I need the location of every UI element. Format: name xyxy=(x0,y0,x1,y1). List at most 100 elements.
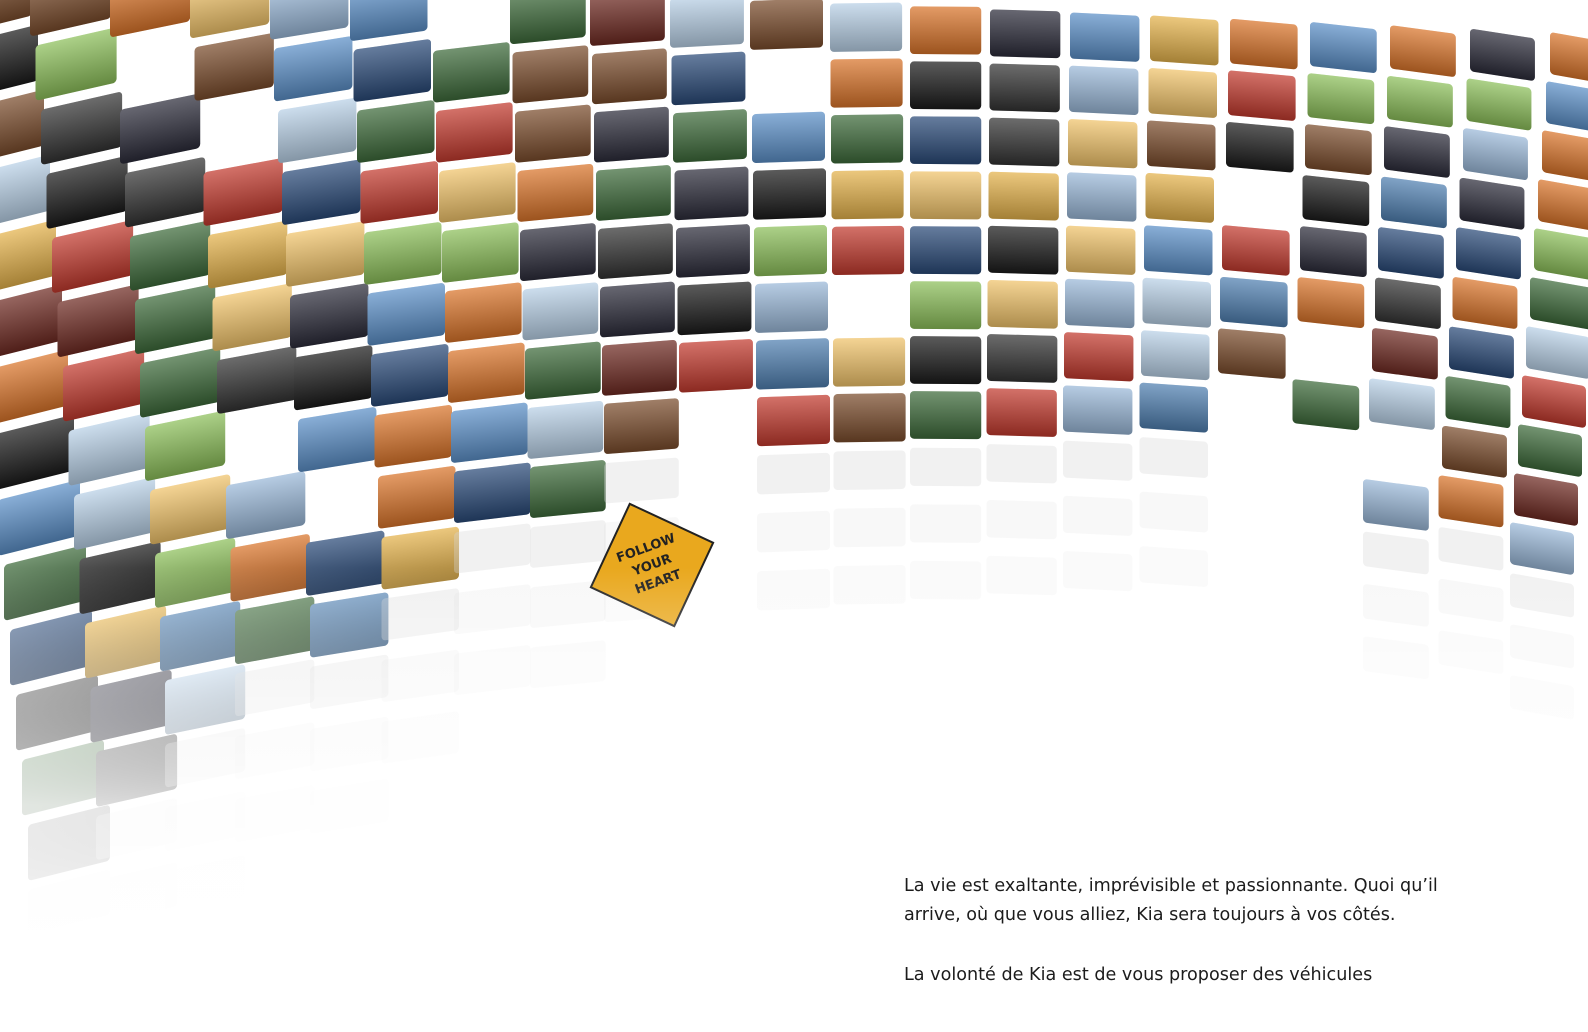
photo-tile xyxy=(910,336,982,385)
photo-tile xyxy=(350,0,428,41)
photo-tile xyxy=(590,0,665,46)
photo-tile xyxy=(830,58,903,108)
photo-tile xyxy=(1310,22,1377,73)
photo-tile xyxy=(520,223,596,282)
photo-tile xyxy=(120,94,201,164)
photo-tile xyxy=(290,283,369,349)
intro-paragraph-1: La vie est exaltante, imprévisible et pa… xyxy=(904,876,1438,925)
photo-tile xyxy=(35,27,117,101)
photo-tile xyxy=(190,0,270,38)
photo-tile xyxy=(1300,226,1367,278)
photo-tile xyxy=(74,477,156,550)
photo-tile xyxy=(381,526,459,590)
tile-reflection xyxy=(1363,531,1429,575)
photo-tile xyxy=(910,61,982,110)
photo-tile xyxy=(433,42,510,103)
photo-tile xyxy=(510,0,586,45)
photo-tile xyxy=(110,0,191,37)
photo-tile xyxy=(910,116,982,165)
photo-tile xyxy=(371,344,449,407)
tile-reflection xyxy=(454,584,531,635)
photo-tile xyxy=(1378,227,1444,279)
photo-tile xyxy=(439,162,516,223)
photo-tile xyxy=(1070,12,1140,62)
tile-reflection xyxy=(910,504,982,543)
photo-tile xyxy=(278,98,357,163)
photo-tile xyxy=(165,664,246,735)
photo-tile xyxy=(378,466,456,529)
tile-reflection xyxy=(757,568,830,611)
photo-tile xyxy=(831,114,904,164)
photo-tile xyxy=(831,170,904,220)
tile-reflection xyxy=(530,640,606,689)
photo-tile xyxy=(1542,130,1588,183)
photo-tile xyxy=(96,734,178,807)
photo-tile xyxy=(1518,424,1582,477)
photo-tile xyxy=(989,63,1060,113)
tile-reflection xyxy=(986,555,1057,596)
photo-tile xyxy=(1065,278,1135,329)
photo-tile xyxy=(676,224,750,278)
photo-tile xyxy=(527,400,604,459)
photo-tile xyxy=(602,340,677,396)
photo-tile xyxy=(150,474,231,545)
photo-tile xyxy=(753,168,826,220)
photo-tile xyxy=(30,0,112,36)
tile-reflection xyxy=(1139,437,1208,478)
photo-tile xyxy=(604,398,679,454)
photo-tile xyxy=(1387,76,1453,128)
photo-tile xyxy=(592,48,667,105)
photo-tile xyxy=(988,171,1059,221)
photo-tile xyxy=(235,596,315,664)
tile-reflection xyxy=(1063,551,1133,592)
photo-tile xyxy=(1510,522,1574,575)
photo-tile xyxy=(1148,68,1217,118)
photo-tile xyxy=(1526,326,1588,379)
photo-tile xyxy=(286,221,365,287)
photo-tile xyxy=(1438,475,1504,528)
tile-reflection xyxy=(757,452,830,495)
photo-tile xyxy=(63,348,145,422)
photo-tile xyxy=(451,402,528,463)
photo-tile xyxy=(1449,326,1514,379)
photo-tile xyxy=(910,281,982,330)
photo-tile xyxy=(46,156,128,229)
photo-tile xyxy=(135,284,216,354)
photo-tile xyxy=(517,163,594,222)
photo-tile xyxy=(57,284,139,357)
photo-tile xyxy=(1307,73,1375,125)
tile-reflection xyxy=(833,507,906,548)
photo-tile xyxy=(85,605,167,678)
photo-tile xyxy=(1222,225,1290,276)
photo-tile xyxy=(757,394,830,447)
tile-reflection xyxy=(833,450,906,490)
photo-tile xyxy=(1067,172,1137,222)
photo-tile xyxy=(1218,328,1286,379)
tile-reflection xyxy=(910,560,982,600)
tile-reflection xyxy=(235,722,315,779)
photo-tile xyxy=(1463,128,1528,180)
tile-reflection xyxy=(986,500,1057,540)
photo-tile xyxy=(1063,385,1133,435)
photo-tile xyxy=(4,545,86,621)
photo-tile xyxy=(1141,330,1210,381)
photo-tile xyxy=(756,338,829,390)
tile-reflection xyxy=(310,654,389,709)
tile-reflection xyxy=(1063,495,1133,536)
tile-reflection xyxy=(1139,491,1208,533)
photo-tile xyxy=(357,100,435,163)
photo-tile xyxy=(1530,277,1588,330)
photo-tile xyxy=(1297,277,1365,329)
photo-tile xyxy=(1470,29,1535,81)
photo-tile xyxy=(445,282,522,343)
photo-tile xyxy=(1466,78,1532,131)
photo-tile xyxy=(679,339,753,393)
photo-tile xyxy=(194,33,274,101)
photo-tile xyxy=(22,740,104,816)
photo-tile xyxy=(0,90,44,166)
photo-tile xyxy=(1068,119,1138,169)
photo-tile xyxy=(989,117,1060,167)
tile-reflection xyxy=(381,588,459,641)
photo-tile xyxy=(1066,225,1136,275)
photo-tile xyxy=(208,221,288,289)
